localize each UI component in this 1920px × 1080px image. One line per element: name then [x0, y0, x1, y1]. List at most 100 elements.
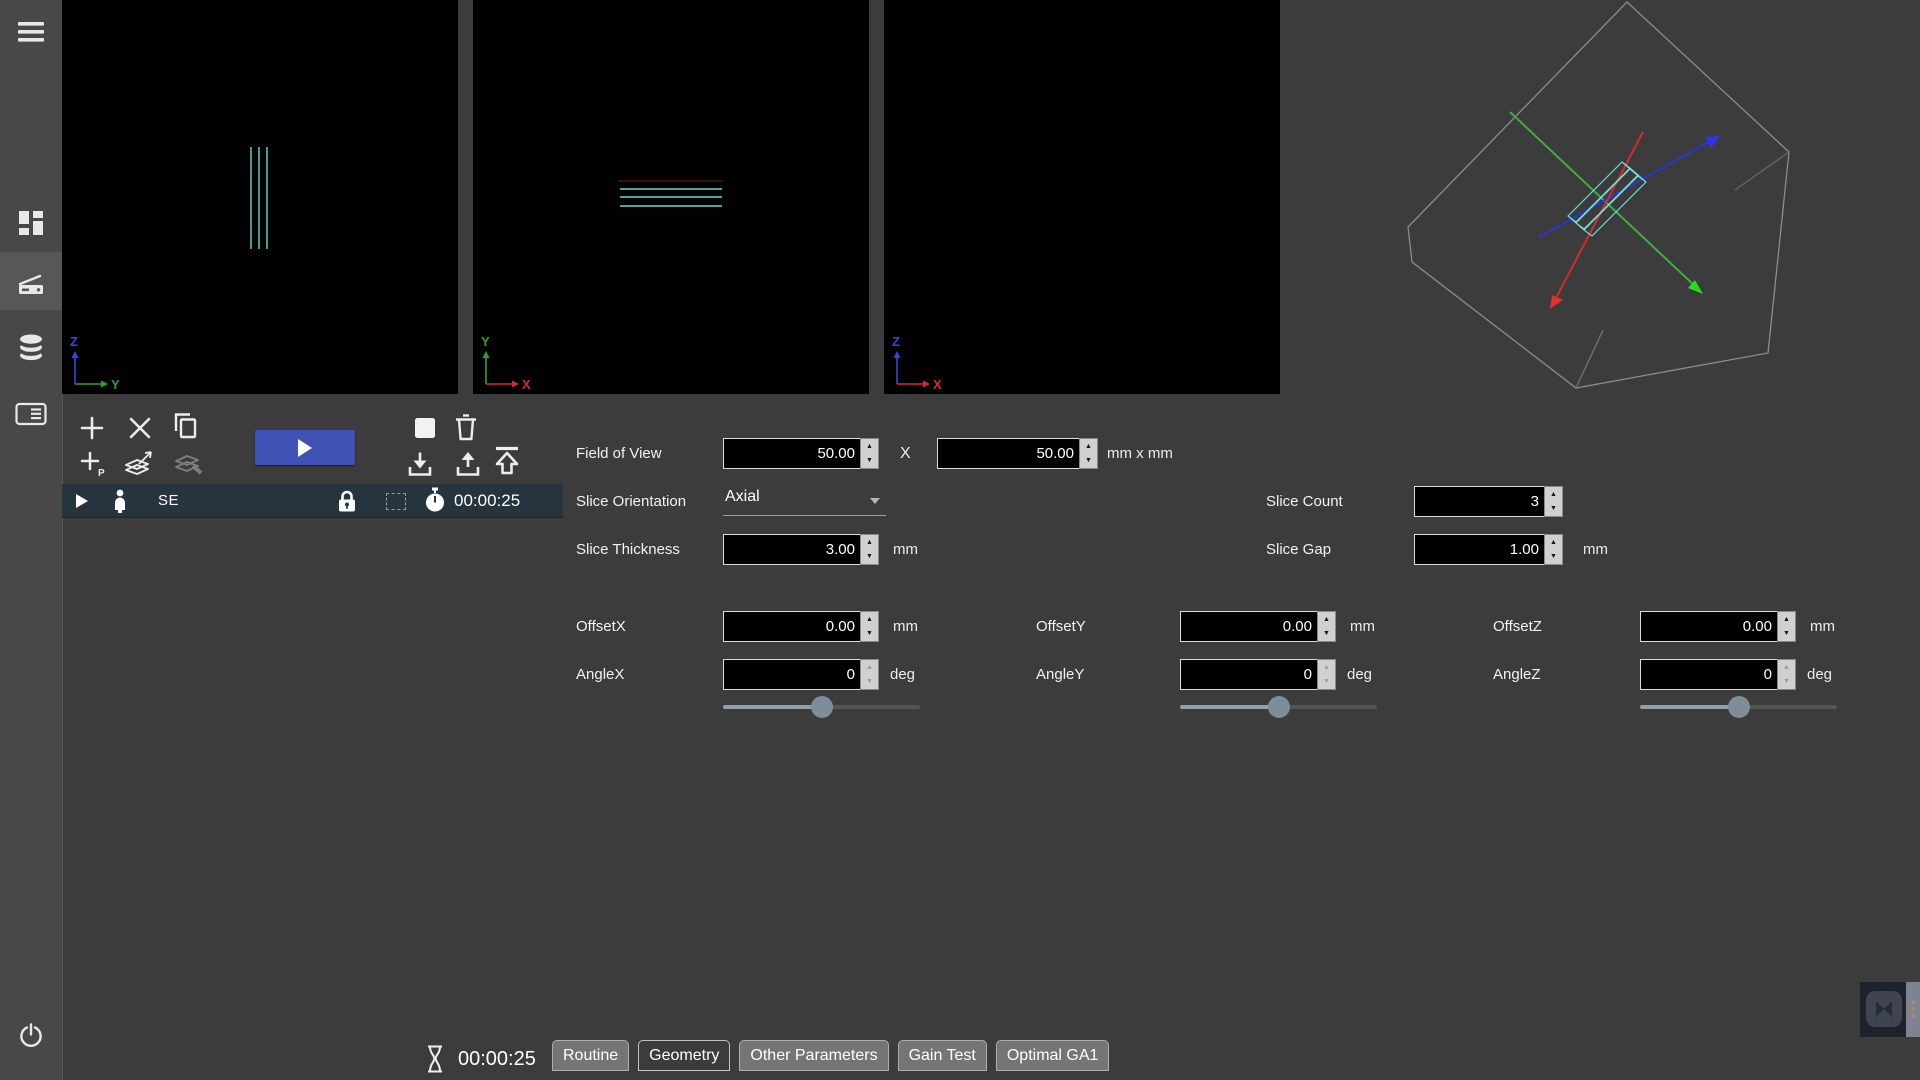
upload-icon[interactable]: [454, 450, 482, 483]
tab-routine[interactable]: Routine: [552, 1040, 629, 1071]
angle-y-spinner[interactable]: [1317, 659, 1336, 690]
slice-thickness-spinner[interactable]: [860, 534, 879, 565]
viewport-axial[interactable]: Z X: [884, 0, 1280, 394]
floating-widget[interactable]: [1860, 982, 1920, 1037]
app-screen: Z Y Y X Z X: [0, 0, 1920, 1080]
marquee-select-icon[interactable]: [386, 493, 406, 510]
records-icon[interactable]: [0, 402, 62, 426]
fov-unit: mm x mm: [1107, 438, 1173, 469]
slice-thickness-label: Slice Thickness: [576, 534, 680, 565]
stopwatch-icon: [424, 487, 446, 519]
axis-label-horizontal: X: [933, 377, 942, 392]
patient-icon: [112, 489, 128, 518]
tab-geometry[interactable]: Geometry: [638, 1040, 730, 1071]
widget-drag-handle[interactable]: [1906, 982, 1920, 1037]
slice-gap-label: Slice Gap: [1266, 534, 1331, 565]
slice-orientation-value: Axial: [725, 488, 760, 506]
widget-logo-icon[interactable]: [1866, 991, 1902, 1027]
offset-x-unit: mm: [893, 611, 918, 642]
menu-icon[interactable]: [0, 21, 62, 43]
database-icon[interactable]: [0, 334, 62, 361]
axis-label-vertical: Z: [892, 334, 900, 349]
dashboard-icon[interactable]: [0, 210, 62, 236]
offset-x-input[interactable]: [723, 611, 861, 642]
publish-icon[interactable]: [490, 444, 524, 483]
slice-gap-spinner[interactable]: [1544, 534, 1563, 565]
play-button[interactable]: [255, 430, 355, 465]
offset-x-label: OffsetX: [576, 611, 626, 642]
sidebar: [0, 0, 63, 1080]
slice-thickness-unit: mm: [893, 534, 918, 565]
slider-thumb[interactable]: [1728, 696, 1750, 718]
viewport-sagittal[interactable]: Z Y: [62, 0, 458, 394]
fov-separator: X: [900, 438, 911, 469]
angle-z-input[interactable]: [1640, 659, 1778, 690]
axis-label-vertical: Z: [70, 334, 78, 349]
delete-icon[interactable]: [452, 412, 480, 447]
add-icon[interactable]: [79, 415, 105, 446]
sequence-play-icon[interactable]: [76, 494, 88, 513]
offset-y-label: OffsetY: [1036, 611, 1086, 642]
slice-lines-overlay: Z X: [884, 0, 1280, 394]
offset-y-input[interactable]: [1180, 611, 1318, 642]
slice-orientation-label: Slice Orientation: [576, 486, 686, 517]
fov-width-input[interactable]: [723, 438, 861, 469]
layers-edit-icon[interactable]: [172, 447, 206, 484]
slice-count-label: Slice Count: [1266, 486, 1343, 517]
sequence-row[interactable]: SE 00:00:25: [62, 484, 563, 518]
offset-z-unit: mm: [1810, 611, 1835, 642]
slider-thumb[interactable]: [1268, 696, 1290, 718]
fov-label: Field of View: [576, 438, 662, 469]
copy-icon[interactable]: [171, 412, 199, 445]
angle-x-spinner[interactable]: [860, 659, 879, 690]
hourglass-icon: [424, 1044, 446, 1079]
remove-icon[interactable]: [127, 415, 153, 446]
play-icon: [297, 439, 313, 457]
chevron-down-icon: [870, 498, 880, 504]
fov-height-spinner[interactable]: [1079, 438, 1098, 469]
slice-lines-overlay: Y X: [473, 0, 869, 394]
angle-x-slider[interactable]: [723, 696, 920, 718]
stop-icon[interactable]: [414, 417, 436, 444]
download-icon[interactable]: [406, 450, 434, 483]
axis-widget: Z Y: [70, 334, 120, 392]
offset-x-spinner[interactable]: [860, 611, 879, 642]
fov-height-input[interactable]: [937, 438, 1080, 469]
angle-x-input[interactable]: [723, 659, 861, 690]
axis-label-horizontal: Y: [111, 377, 120, 392]
angle-x-label: AngleX: [576, 659, 624, 690]
viewport-coronal[interactable]: Y X: [473, 0, 869, 394]
sequence-name: SE: [158, 484, 179, 517]
offset-y-unit: mm: [1350, 611, 1375, 642]
offset-z-spinner[interactable]: [1777, 611, 1796, 642]
angle-y-slider[interactable]: [1180, 696, 1377, 718]
slice-count-input[interactable]: [1414, 486, 1545, 517]
tab-gain-test[interactable]: Gain Test: [898, 1040, 987, 1071]
angle-y-unit: deg: [1347, 659, 1372, 690]
3d-geometry-view[interactable]: [1400, 0, 1820, 400]
handle-dot: [1911, 1014, 1915, 1018]
axis-widget: Y X: [481, 334, 531, 392]
fov-width-spinner[interactable]: [860, 438, 879, 469]
slider-thumb[interactable]: [811, 696, 833, 718]
angle-y-input[interactable]: [1180, 659, 1318, 690]
slice-gap-input[interactable]: [1414, 534, 1545, 565]
slice-thickness-input[interactable]: [723, 534, 861, 565]
scanner-icon[interactable]: [0, 272, 62, 296]
angle-x-unit: deg: [890, 659, 915, 690]
slice-count-spinner[interactable]: [1544, 486, 1563, 517]
offset-y-spinner[interactable]: [1317, 611, 1336, 642]
angle-z-spinner[interactable]: [1777, 659, 1796, 690]
lock-icon[interactable]: [336, 488, 358, 519]
angle-z-label: AngleZ: [1493, 659, 1541, 690]
tab-optimal-ga1[interactable]: Optimal GA1: [996, 1040, 1110, 1071]
power-icon[interactable]: [0, 1022, 62, 1048]
slice-orientation-select[interactable]: Axial: [723, 486, 886, 516]
tab-other-parameters[interactable]: Other Parameters: [739, 1040, 888, 1071]
sequence-timer: 00:00:25: [454, 484, 520, 517]
angle-z-slider[interactable]: [1640, 696, 1837, 718]
layers-export-icon[interactable]: [122, 447, 156, 484]
offset-z-input[interactable]: [1640, 611, 1778, 642]
add-protocol-icon[interactable]: P: [79, 449, 107, 482]
angle-z-unit: deg: [1807, 659, 1832, 690]
